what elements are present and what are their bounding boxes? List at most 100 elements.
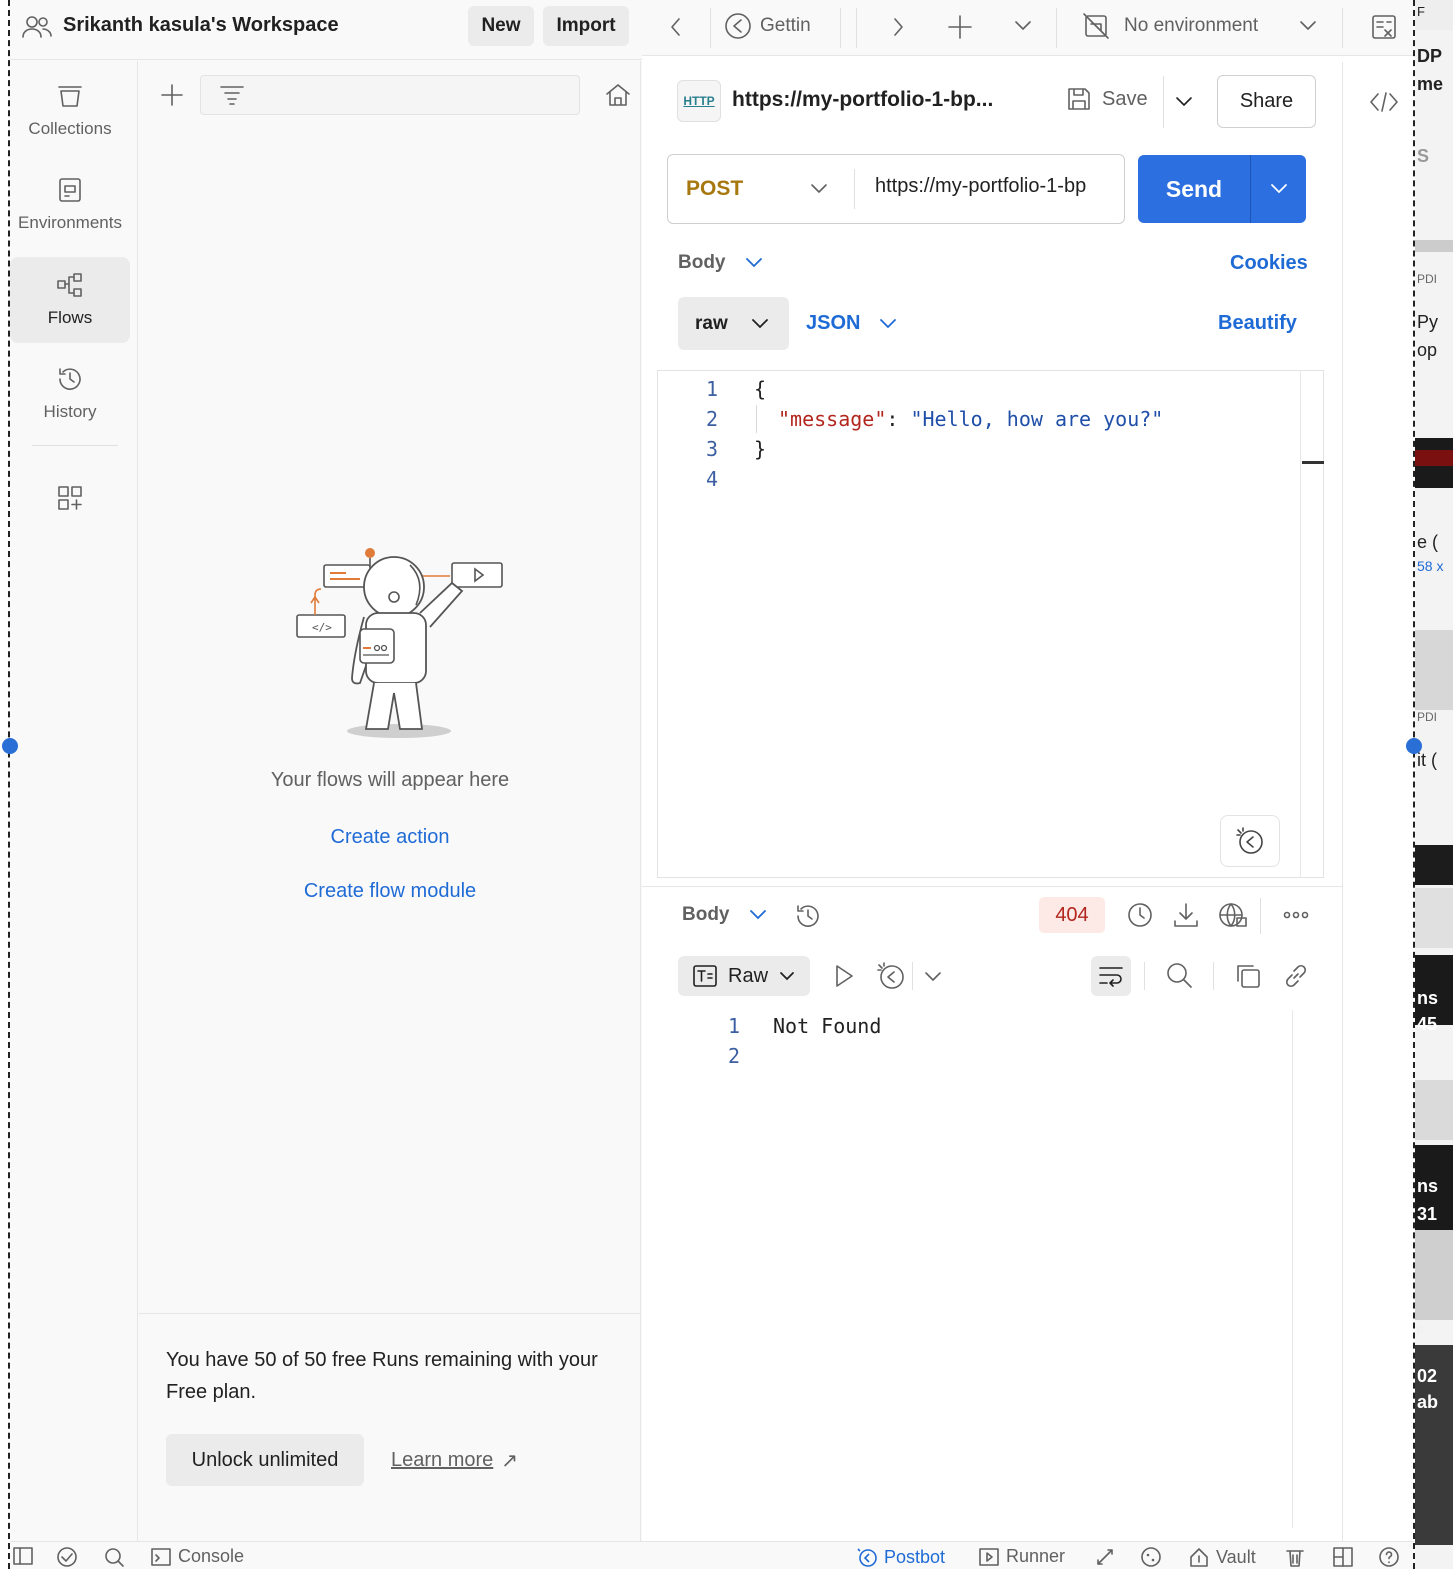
trash-icon[interactable] bbox=[1284, 1546, 1306, 1568]
free-runs-text: You have 50 of 50 free Runs remaining wi… bbox=[166, 1349, 598, 1403]
flows-panel: </> Your flows will appear here Create a… bbox=[139, 61, 641, 1541]
right-resize-handle[interactable] bbox=[1406, 738, 1422, 754]
response-body-tab[interactable]: Body bbox=[682, 904, 768, 926]
workspace-icon bbox=[22, 14, 52, 40]
left-resize-handle[interactable] bbox=[2, 738, 18, 754]
line-number: 4 bbox=[705, 467, 718, 491]
copy-icon[interactable] bbox=[1234, 962, 1262, 990]
sidebar-item-environments[interactable]: Environments bbox=[10, 162, 130, 248]
online-status-icon[interactable] bbox=[56, 1546, 78, 1568]
editor-minimap[interactable] bbox=[1300, 371, 1324, 877]
save-button[interactable]: Save bbox=[1066, 86, 1148, 112]
postbot-assist-button[interactable] bbox=[1220, 815, 1280, 867]
unlock-unlimited-button[interactable]: Unlock unlimited bbox=[166, 1434, 364, 1486]
history-icon bbox=[56, 366, 84, 392]
home-icon[interactable] bbox=[605, 82, 631, 108]
sidebar-item-flows[interactable]: Flows bbox=[10, 257, 130, 343]
cookies-icon[interactable] bbox=[1140, 1546, 1162, 1568]
add-flow-icon[interactable] bbox=[160, 83, 184, 107]
line-number: 1 bbox=[727, 1014, 740, 1038]
line-number: 1 bbox=[705, 377, 718, 401]
environment-quick-look-icon[interactable] bbox=[1370, 13, 1398, 41]
body-tab-label: Body bbox=[678, 252, 726, 273]
status-code-badge[interactable]: 404 bbox=[1039, 897, 1105, 933]
response-history-icon[interactable] bbox=[794, 902, 822, 930]
beautify-link[interactable]: Beautify bbox=[1218, 312, 1297, 335]
send-options-chevron-icon[interactable] bbox=[1251, 181, 1306, 197]
postbot-button[interactable]: Postbot bbox=[856, 1546, 945, 1568]
save-icon bbox=[1066, 86, 1092, 112]
new-button[interactable]: New bbox=[468, 6, 534, 46]
create-flow-module-link[interactable]: Create flow module bbox=[139, 880, 641, 903]
runner-label: Runner bbox=[1006, 1546, 1066, 1566]
strip-text: ns bbox=[1417, 988, 1439, 1008]
sidebar-item-history[interactable]: History bbox=[10, 351, 130, 437]
strip-text: 31 bbox=[1417, 1204, 1438, 1224]
right-panel-divider bbox=[1342, 62, 1343, 1541]
save-options-chevron-icon[interactable] bbox=[1174, 94, 1194, 110]
runner-button[interactable]: Runner bbox=[978, 1546, 1065, 1567]
import-button[interactable]: Import bbox=[543, 6, 629, 46]
chevron-right-icon[interactable] bbox=[890, 16, 906, 38]
toggle-sidebar-icon[interactable] bbox=[12, 1546, 34, 1566]
request-url-bar: POST https://my-portfolio-1-bp bbox=[667, 154, 1125, 224]
flows-footer: You have 50 of 50 free Runs remaining wi… bbox=[139, 1313, 641, 1541]
strip-text: it ( bbox=[1417, 750, 1437, 770]
response-body-viewer[interactable]: 1 2 Not Found bbox=[642, 1010, 1342, 1530]
wrap-lines-button[interactable] bbox=[1091, 956, 1131, 996]
method-select[interactable]: POST bbox=[668, 155, 854, 222]
request-body-editor[interactable]: 1 2 3 4 { "message": "Hello, how are you… bbox=[657, 370, 1324, 878]
more-options-icon[interactable] bbox=[1282, 908, 1310, 922]
download-icon[interactable] bbox=[1172, 901, 1200, 929]
postbot-label: Postbot bbox=[884, 1546, 946, 1567]
sidebar-rail: Collections Environments Flows History bbox=[10, 61, 138, 1541]
json-value: "Hello, how are you?" bbox=[910, 407, 1164, 431]
link-icon[interactable] bbox=[1282, 962, 1310, 990]
sidebar-item-label: History bbox=[43, 402, 97, 421]
body-language-select[interactable]: JSON bbox=[806, 312, 898, 335]
network-globe-icon[interactable] bbox=[1218, 901, 1248, 929]
workspace-title[interactable]: Srikanth kasula's Workspace bbox=[63, 14, 339, 37]
add-apps-icon[interactable] bbox=[56, 484, 84, 512]
filter-icon[interactable] bbox=[219, 84, 245, 106]
response-minimap[interactable] bbox=[1292, 1010, 1316, 1528]
find-icon[interactable] bbox=[103, 1546, 125, 1568]
json-key: "message" bbox=[778, 407, 887, 431]
strip-text: ab bbox=[1417, 1392, 1439, 1412]
tabs-dropdown-icon[interactable] bbox=[1013, 18, 1033, 34]
vault-button[interactable]: Vault bbox=[1188, 1546, 1256, 1568]
learn-more-link[interactable]: Learn more ↗ bbox=[391, 1448, 518, 1473]
response-time-icon[interactable] bbox=[1126, 901, 1154, 929]
request-body-tab[interactable]: Body bbox=[678, 252, 764, 274]
strip-text: S bbox=[1417, 146, 1430, 166]
send-button[interactable]: Send bbox=[1138, 155, 1306, 223]
chevron-down-icon[interactable] bbox=[923, 969, 943, 985]
sidebar-item-collections[interactable]: Collections bbox=[10, 68, 130, 154]
strip-text: Py bbox=[1417, 312, 1439, 332]
response-format-select[interactable]: Raw bbox=[678, 956, 810, 996]
app-window: Srikanth kasula's Workspace New Import C… bbox=[10, 0, 1414, 1569]
share-button[interactable]: Share bbox=[1217, 75, 1316, 128]
cookies-link[interactable]: Cookies bbox=[1230, 252, 1308, 275]
new-tab-icon[interactable] bbox=[947, 14, 973, 40]
visualize-postbot-icon[interactable] bbox=[876, 961, 906, 991]
create-action-link[interactable]: Create action bbox=[139, 826, 641, 849]
environment-selector[interactable]: No environment bbox=[1082, 12, 1318, 40]
chevron-left-icon[interactable] bbox=[668, 16, 684, 38]
strip-text: op bbox=[1417, 340, 1438, 360]
strip-text: 02 bbox=[1417, 1366, 1438, 1386]
request-title[interactable]: https://my-portfolio-1-bp... bbox=[732, 88, 993, 112]
console-button[interactable]: Console bbox=[150, 1546, 244, 1567]
play-icon[interactable] bbox=[832, 963, 856, 989]
proxy-icon[interactable] bbox=[1094, 1546, 1116, 1568]
flows-search-input[interactable] bbox=[200, 75, 580, 115]
url-input[interactable]: https://my-portfolio-1-bp bbox=[875, 175, 1115, 198]
strip-text: ns bbox=[1417, 1176, 1439, 1196]
search-icon[interactable] bbox=[1165, 961, 1193, 989]
two-pane-view-icon[interactable] bbox=[1332, 1546, 1354, 1568]
body-mode-select[interactable]: raw bbox=[678, 297, 789, 350]
strip-text: 45 bbox=[1417, 1014, 1438, 1034]
tab-getting-started[interactable]: Gettin bbox=[724, 12, 811, 40]
code-snippet-icon[interactable] bbox=[1369, 90, 1399, 114]
help-icon[interactable] bbox=[1378, 1546, 1400, 1568]
